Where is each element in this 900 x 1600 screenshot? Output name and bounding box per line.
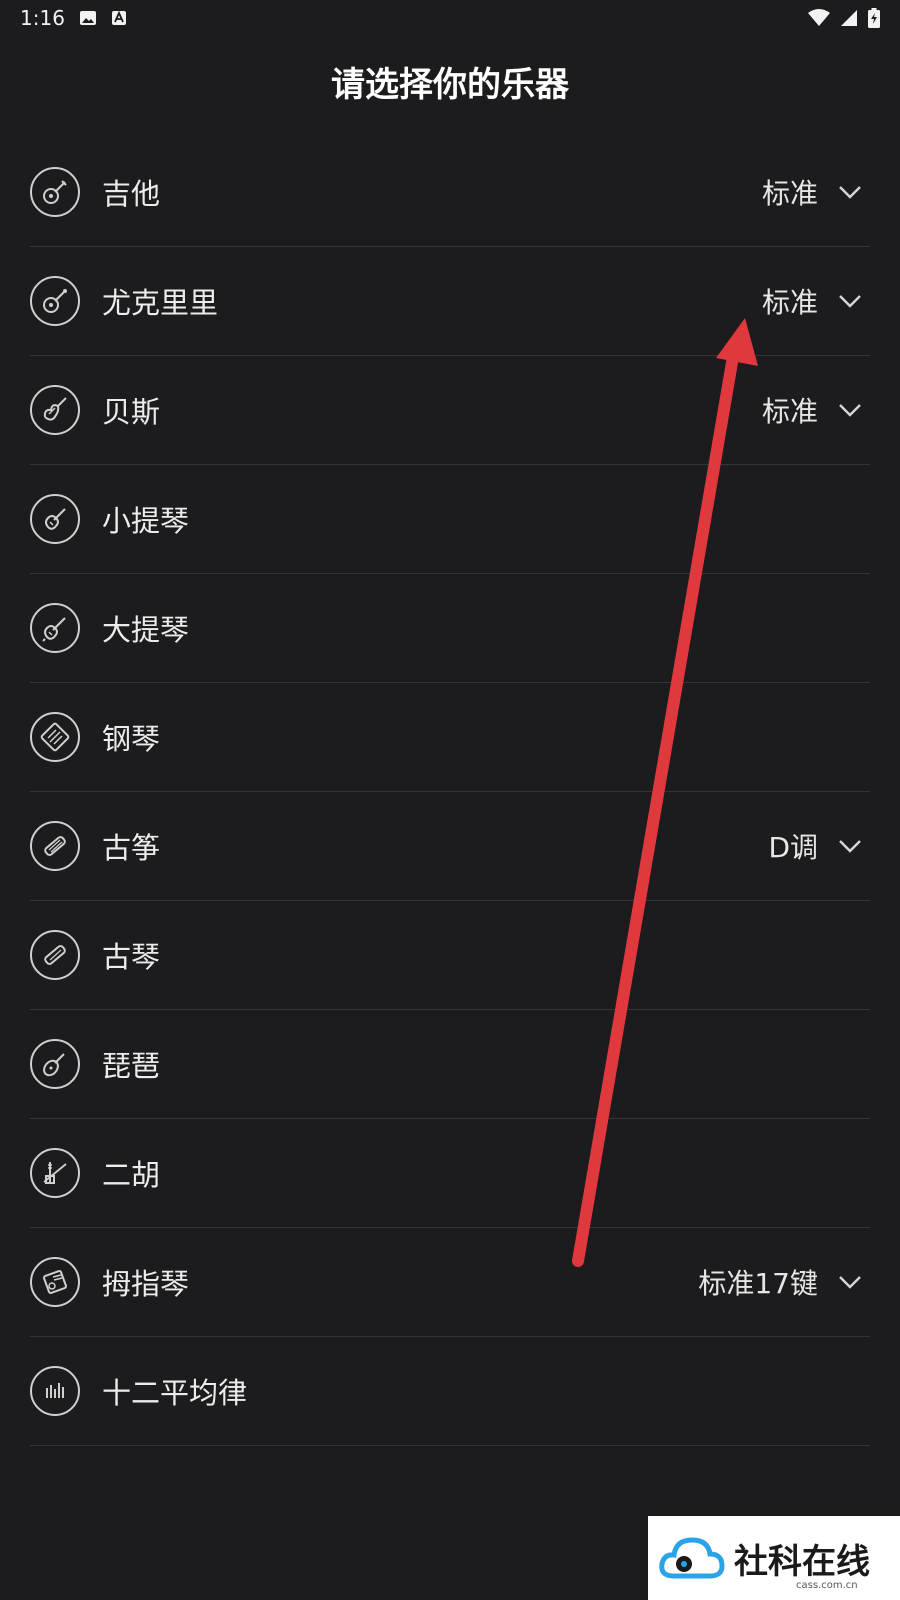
instrument-label: 贝斯 (102, 395, 161, 429)
status-time: 1:16 (20, 6, 65, 30)
instrument-row-pipa[interactable]: 琵琶 (30, 1010, 870, 1119)
chevron-down-icon[interactable] (836, 396, 864, 424)
wifi-icon (808, 9, 830, 27)
status-bar: 1:16 (0, 0, 900, 36)
tuning-value[interactable]: D调 (768, 826, 818, 866)
battery-icon (868, 8, 880, 28)
instrument-label: 琵琶 (102, 1049, 161, 1083)
instrument-label: 尤克里里 (102, 286, 219, 320)
instrument-row-guitar[interactable]: 吉他 标准 (30, 138, 870, 247)
instrument-label: 二胡 (102, 1158, 161, 1192)
instrument-row-guzheng[interactable]: 古筝 D调 (30, 792, 870, 901)
watermark-sub: cass.com.cn (796, 1580, 858, 1591)
instrument-row-erhu[interactable]: 二胡 (30, 1119, 870, 1228)
tuning-value[interactable]: 标准 (762, 172, 818, 212)
tuning-value[interactable]: 标准17键 (698, 1262, 818, 1302)
watermark-logo: 社科在线 cass.com.cn (648, 1516, 900, 1600)
tuning-value[interactable]: 标准 (762, 390, 818, 430)
a-icon (111, 10, 127, 26)
instrument-row-kalimba[interactable]: 拇指琴 标准17键 (30, 1228, 870, 1337)
cloud-icon (659, 1537, 725, 1579)
instrument-label: 钢琴 (102, 722, 161, 756)
instrument-label: 大提琴 (102, 613, 190, 647)
chevron-down-icon[interactable] (836, 287, 864, 315)
instrument-row-cello[interactable]: 大提琴 (30, 574, 870, 683)
instrument-label: 古琴 (102, 940, 161, 974)
guzheng-icon (30, 821, 80, 871)
instrument-label: 古筝 (102, 831, 161, 865)
kalimba-icon (30, 1257, 80, 1307)
chevron-down-icon[interactable] (836, 1268, 864, 1296)
instrument-label: 拇指琴 (102, 1267, 190, 1301)
tuning-value[interactable]: 标准 (762, 281, 818, 321)
instrument-label: 十二平均律 (102, 1376, 248, 1410)
instrument-label: 小提琴 (102, 504, 190, 538)
pipa-icon (30, 1039, 80, 1089)
watermark-text: 社科在线 (734, 1541, 870, 1582)
instrument-label: 吉他 (102, 177, 161, 211)
instrument-row-violin[interactable]: 小提琴 (30, 465, 870, 574)
instrument-row-piano[interactable]: 钢琴 (30, 683, 870, 792)
instrument-row-guqin[interactable]: 古琴 (30, 901, 870, 1010)
instrument-row-bass[interactable]: 贝斯 标准 (30, 356, 870, 465)
guqin-icon (30, 930, 80, 980)
erhu-icon (30, 1148, 80, 1198)
image-icon (79, 10, 97, 26)
equal-temperament-icon (30, 1366, 80, 1416)
violin-icon (30, 494, 80, 544)
piano-icon (30, 712, 80, 762)
guitar-icon (30, 167, 80, 217)
page-title: 请选择你的乐器 (331, 64, 569, 105)
cello-icon (30, 603, 80, 653)
ukulele-icon (30, 276, 80, 326)
chevron-down-icon[interactable] (836, 832, 864, 860)
instrument-row-equal-temperament[interactable]: 十二平均律 (30, 1337, 870, 1446)
instrument-list: 吉他 标准 尤克里里 标准 贝斯 标准 小提琴 大提琴 钢琴 古筝 D调 古琴 … (30, 138, 870, 1446)
bass-icon (30, 385, 80, 435)
instrument-row-ukulele[interactable]: 尤克里里 标准 (30, 247, 870, 356)
chevron-down-icon[interactable] (836, 178, 864, 206)
signal-icon (840, 9, 858, 27)
